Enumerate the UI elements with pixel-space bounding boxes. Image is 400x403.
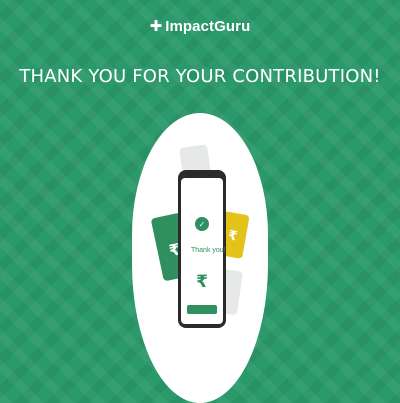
payment-success-illustration: ₹ ₹ ✓ Thank you! ₹ (151, 144, 249, 328)
impactguru-logo: ✚ ImpactGuru (0, 18, 400, 35)
logo-text: ImpactGuru (165, 18, 251, 35)
thank-you-page: ✚ ImpactGuru THANK YOU FOR YOUR CONTRIBU… (0, 0, 400, 403)
page-headline: THANK YOU FOR YOUR CONTRIBUTION! (19, 66, 381, 87)
phone-screen-button (187, 305, 217, 314)
plus-logo-icon: ✚ (149, 18, 163, 35)
phone-notch (194, 174, 210, 178)
check-mark: ✓ (199, 220, 206, 229)
phone-rupee-icon: ₹ (196, 272, 208, 292)
phone-thank-you-text: Thank you! (191, 247, 226, 254)
